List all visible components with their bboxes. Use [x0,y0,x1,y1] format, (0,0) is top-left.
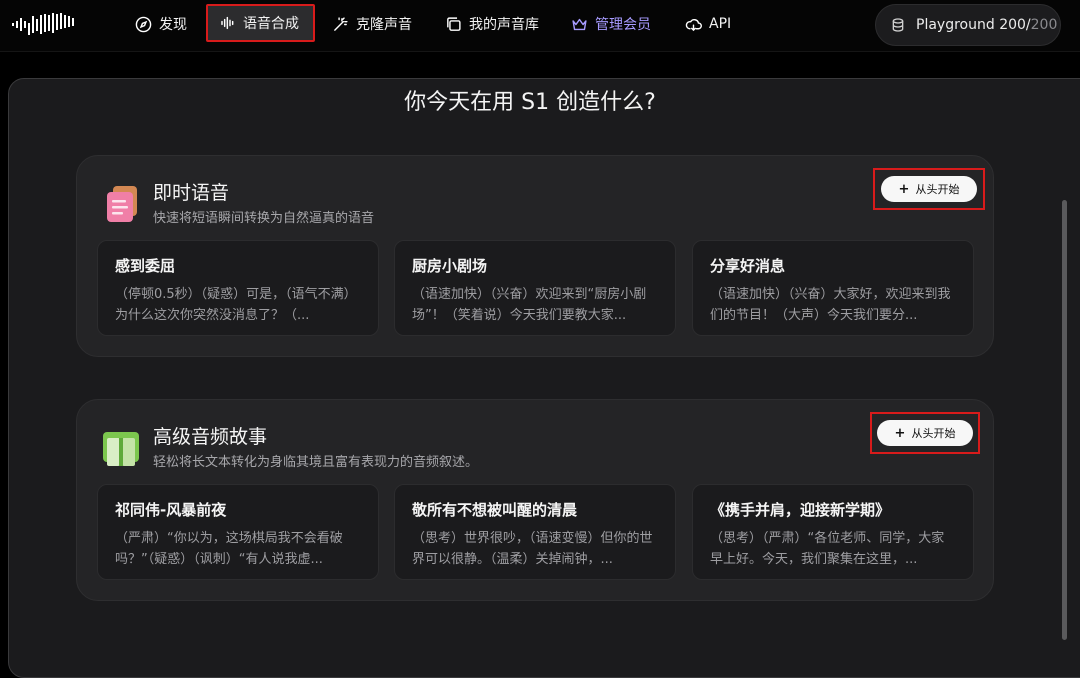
card-preview-text: （严肃）“你以为，这场棋局我不会看破吗？”（疑惑）（讽刺）“有人说我虚... [115,531,343,567]
template-card[interactable]: 厨房小剧场 （语速加快）（兴奋）欢迎来到“厨房小剧场”！（笑着说）今天我们要教大… [394,240,676,336]
section-subtitle: 轻松将长文本转化为身临其境且富有表现力的音频叙述。 [153,455,479,470]
card-title: 厨房小剧场 [412,257,488,275]
playground-max: 200 [1030,17,1058,33]
template-card[interactable]: 分享好消息 （语速加快）（兴奋）大家好，欢迎来到我们的节目！（大声）今天我们要分… [692,240,974,336]
nav-discover[interactable]: 发现 [135,6,187,42]
card-preview-text: （停顿0.5秒）（疑惑）可是，（语气不满）为什么这次你突然没消息了？（... [115,287,357,323]
library-icon [447,16,461,31]
nav-api[interactable]: API [685,6,731,42]
start-from-scratch-button[interactable]: + 从头开始 [870,412,980,454]
brand-logo-icon[interactable] [12,12,78,42]
section-advanced-audio-story: 高级音频故事 轻松将长文本转化为身临其境且富有表现力的音频叙述。 + 从头开始 … [76,399,994,601]
cloud-icon [685,18,702,31]
card-preview-text: （思考）（严肃）“各位老师、同学，大家早上好。今天，我们聚集在这里，... [710,531,945,567]
nav-speech-synthesis[interactable]: 语音合成 [206,4,315,42]
crown-icon [572,18,587,30]
magic-wand-icon [334,16,348,31]
book-icon [99,426,143,470]
template-card[interactable]: 敬所有不想被叫醒的清晨 （思考）世界很吵，（语速变慢）但你的世界可以很静。（温柔… [394,484,676,580]
page-title: 你今天在用 S1 创造什么? [404,90,656,115]
template-card[interactable]: 《携手并肩，迎接新学期》 （思考）（严肃）“各位老师、同学，大家早上好。今天，我… [692,484,974,580]
scrollbar[interactable] [1062,200,1067,640]
card-title: 感到委屈 [115,257,176,275]
card-title: 分享好消息 [710,257,786,275]
nav-voice-library[interactable]: 我的声音库 [445,6,539,42]
section-title: 高级音频故事 [153,426,268,448]
nav-api-label: API [709,16,732,32]
document-stack-icon [99,182,143,226]
playground-label: Playground [916,17,995,33]
start-from-scratch-label: 从头开始 [911,427,956,440]
section-title: 即时语音 [153,182,230,204]
nav-discover-label: 发现 [159,17,187,33]
playground-quota-button[interactable]: Playground 200/200 [875,4,1061,46]
start-from-scratch-label: 从头开始 [915,183,960,196]
nav-manage-membership-label: 管理会员 [595,17,651,33]
card-title: 敬所有不想被叫醒的清晨 [412,501,578,519]
template-card[interactable]: 祁同伟-风暴前夜 （严肃）“你以为，这场棋局我不会看破吗？”（疑惑）（讽刺）“有… [97,484,379,580]
waveform-icon [221,16,234,30]
template-card[interactable]: 感到委屈 （停顿0.5秒）（疑惑）可是，（语气不满）为什么这次你突然没消息了？（… [97,240,379,336]
section-instant-speech: 即时语音 快速将短语瞬间转换为自然逼真的语音 + 从头开始 感到委屈 （停顿0.… [76,155,994,357]
plus-icon: + [898,181,910,197]
plus-icon: + [894,425,906,441]
start-from-scratch-button[interactable]: + 从头开始 [873,168,985,210]
nav-speech-synthesis-label: 语音合成 [243,16,299,32]
card-preview-text: （语速加快）（兴奋）欢迎来到“厨房小剧场”！（笑着说）今天我们要教大家... [412,287,647,323]
card-title: 《携手并肩，迎接新学期》 [710,501,891,519]
section-subtitle: 快速将短语瞬间转换为自然逼真的语音 [153,211,375,226]
card-preview-text: （语速加快）（兴奋）大家好，欢迎来到我们的节目！（大声）今天我们要分... [710,287,951,323]
nav-manage-membership[interactable]: 管理会员 [571,6,651,42]
top-navigation-bar: 发现 语音合成 克隆声音 我的声音库 管理会员 API Playground 2… [0,0,1080,52]
card-title: 祁同伟-风暴前夜 [115,501,227,519]
card-preview-text: （思考）世界很吵，（语速变慢）但你的世界可以很静。（温柔）关掉闹钟，... [412,531,653,567]
compass-icon [135,16,152,32]
nav-clone-voice[interactable]: 克隆声音 [332,6,412,42]
nav-voice-library-label: 我的声音库 [469,17,539,33]
playground-used: 200 [999,17,1026,33]
database-icon [892,18,904,32]
nav-clone-voice-label: 克隆声音 [356,17,412,33]
